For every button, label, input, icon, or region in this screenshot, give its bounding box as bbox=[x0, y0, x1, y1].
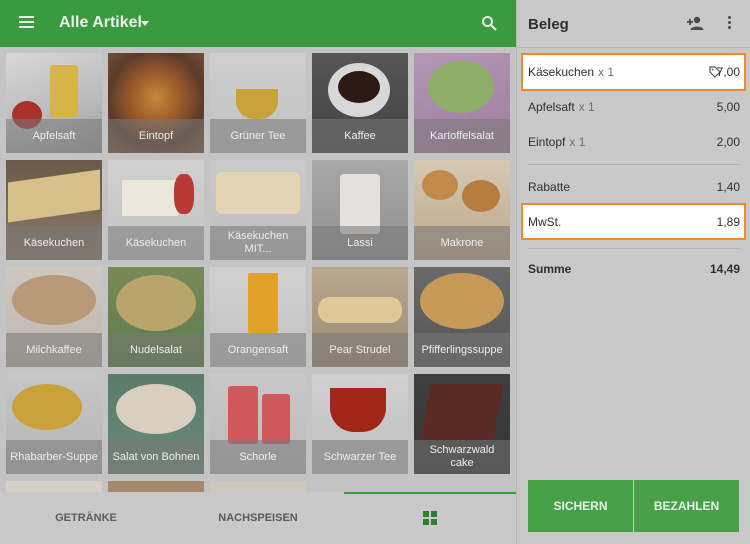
product-tile[interactable]: Grüner Tee bbox=[210, 53, 306, 153]
discount-amount: 1,40 bbox=[716, 180, 740, 194]
tab-getraenke[interactable]: GETRÄNKE bbox=[0, 492, 172, 544]
product-label: Nudelsalat bbox=[108, 333, 204, 367]
total-row: Summe 14,49 bbox=[528, 259, 740, 279]
product-tile[interactable]: Schwarzer Tee bbox=[312, 374, 408, 474]
product-tile[interactable]: Käsekuchen bbox=[6, 160, 102, 260]
product-label: Pear Strudel bbox=[312, 333, 408, 367]
product-label: Lassi bbox=[312, 226, 408, 260]
product-tile[interactable]: Rhabarber-Suppe bbox=[6, 374, 102, 474]
divider bbox=[517, 47, 750, 48]
category-title[interactable]: Alle Artikel bbox=[59, 14, 142, 32]
product-panel: Alle Artikel Apfelsaft Eintopf Grüner Te… bbox=[0, 0, 516, 544]
chevron-down-icon[interactable] bbox=[141, 21, 149, 26]
discount-label: Rabatte bbox=[528, 180, 571, 194]
product-tile[interactable]: Schorle bbox=[210, 374, 306, 474]
tax-label: MwSt. bbox=[528, 215, 562, 229]
product-tile[interactable]: Salat von Bohnen bbox=[108, 374, 204, 474]
tab-all-items[interactable] bbox=[344, 492, 516, 544]
product-label: Orangensaft bbox=[210, 333, 306, 367]
search-icon[interactable] bbox=[481, 15, 497, 31]
product-tile[interactable]: Apfelsaft bbox=[6, 53, 102, 153]
product-label: Salat von Bohnen bbox=[108, 440, 204, 474]
divider bbox=[528, 248, 740, 249]
product-tile[interactable]: Käsekuchen bbox=[108, 160, 204, 260]
product-label: Schwarzwald cake bbox=[414, 440, 510, 474]
product-label: Grüner Tee bbox=[210, 119, 306, 153]
product-label: Schorle bbox=[210, 440, 306, 474]
product-label: Pfifferlingssuppe bbox=[414, 333, 510, 367]
item-amount: 5,00 bbox=[716, 100, 740, 114]
item-amount: 2,00 bbox=[716, 135, 740, 149]
menu-icon[interactable] bbox=[19, 16, 34, 29]
product-label: Kartoffelsalat bbox=[414, 119, 510, 153]
more-vertical-icon[interactable] bbox=[728, 16, 732, 30]
receipt-line-item[interactable]: Eintopf x 1 2,00 bbox=[528, 132, 740, 152]
item-qty: x 1 bbox=[569, 135, 586, 149]
product-tile[interactable]: Orangensaft bbox=[210, 267, 306, 367]
add-user-icon[interactable] bbox=[686, 15, 704, 31]
tax-row[interactable]: MwSt. 1,89 bbox=[528, 212, 740, 232]
product-grid: Apfelsaft Eintopf Grüner Tee Kaffee Kart… bbox=[0, 47, 516, 492]
receipt-title: Beleg bbox=[528, 16, 569, 33]
product-tile[interactable]: Kartoffelsalat bbox=[414, 53, 510, 153]
top-app-bar: Alle Artikel bbox=[0, 0, 516, 47]
product-tile[interactable]: Eintopf bbox=[108, 53, 204, 153]
product-label: Milchkaffee bbox=[6, 333, 102, 367]
product-tile[interactable]: Pear Strudel bbox=[312, 267, 408, 367]
tab-nachspeisen[interactable]: NACHSPEISEN bbox=[172, 492, 344, 544]
receipt-line-item[interactable]: Apfelsaft x 1 5,00 bbox=[528, 97, 740, 117]
item-name: Käsekuchen bbox=[528, 65, 595, 79]
product-tile[interactable] bbox=[210, 481, 306, 492]
save-button[interactable]: SICHERN bbox=[528, 480, 633, 532]
receipt-line-item[interactable]: Käsekuchen x 1 7,00 bbox=[528, 62, 740, 82]
product-tile[interactable]: Milchkaffee bbox=[6, 267, 102, 367]
divider bbox=[528, 164, 740, 165]
product-tile[interactable]: Schwarzwald cake bbox=[414, 374, 510, 474]
product-label: Eintopf bbox=[108, 119, 204, 153]
product-label: Apfelsaft bbox=[6, 119, 102, 153]
receipt-header: Beleg bbox=[517, 0, 750, 47]
grid-icon bbox=[423, 511, 437, 525]
product-tile[interactable]: Nudelsalat bbox=[108, 267, 204, 367]
item-amount: 7,00 bbox=[716, 65, 740, 79]
product-tile[interactable]: Käsekuchen MIT... bbox=[210, 160, 306, 260]
discount-row[interactable]: Rabatte 1,40 bbox=[528, 177, 740, 197]
product-tile[interactable] bbox=[6, 481, 102, 492]
pay-button[interactable]: BEZAHLEN bbox=[634, 480, 739, 532]
product-tile[interactable]: Makrone bbox=[414, 160, 510, 260]
product-tile[interactable]: Pfifferlingssuppe bbox=[414, 267, 510, 367]
product-label: Käsekuchen bbox=[6, 226, 102, 260]
product-label: Käsekuchen MIT... bbox=[210, 226, 306, 260]
item-name: Eintopf bbox=[528, 135, 566, 149]
product-label: Kaffee bbox=[312, 119, 408, 153]
product-label: Makrone bbox=[414, 226, 510, 260]
item-qty: x 1 bbox=[598, 65, 615, 79]
product-tile[interactable]: Lassi bbox=[312, 160, 408, 260]
product-tile[interactable]: Kaffee bbox=[312, 53, 408, 153]
product-label: Käsekuchen bbox=[108, 226, 204, 260]
product-label: Schwarzer Tee bbox=[312, 440, 408, 474]
total-label: Summe bbox=[528, 262, 572, 276]
category-tab-bar: GETRÄNKE NACHSPEISEN bbox=[0, 492, 516, 544]
item-qty: x 1 bbox=[578, 100, 595, 114]
item-name: Apfelsaft bbox=[528, 100, 575, 114]
receipt-panel: Beleg Käsekuchen x 1 7,00 Apfelsaft x 1 … bbox=[516, 0, 750, 544]
total-amount: 14,49 bbox=[709, 262, 740, 276]
tax-amount: 1,89 bbox=[716, 215, 740, 229]
product-label: Rhabarber-Suppe bbox=[6, 440, 102, 474]
product-tile[interactable] bbox=[108, 481, 204, 492]
